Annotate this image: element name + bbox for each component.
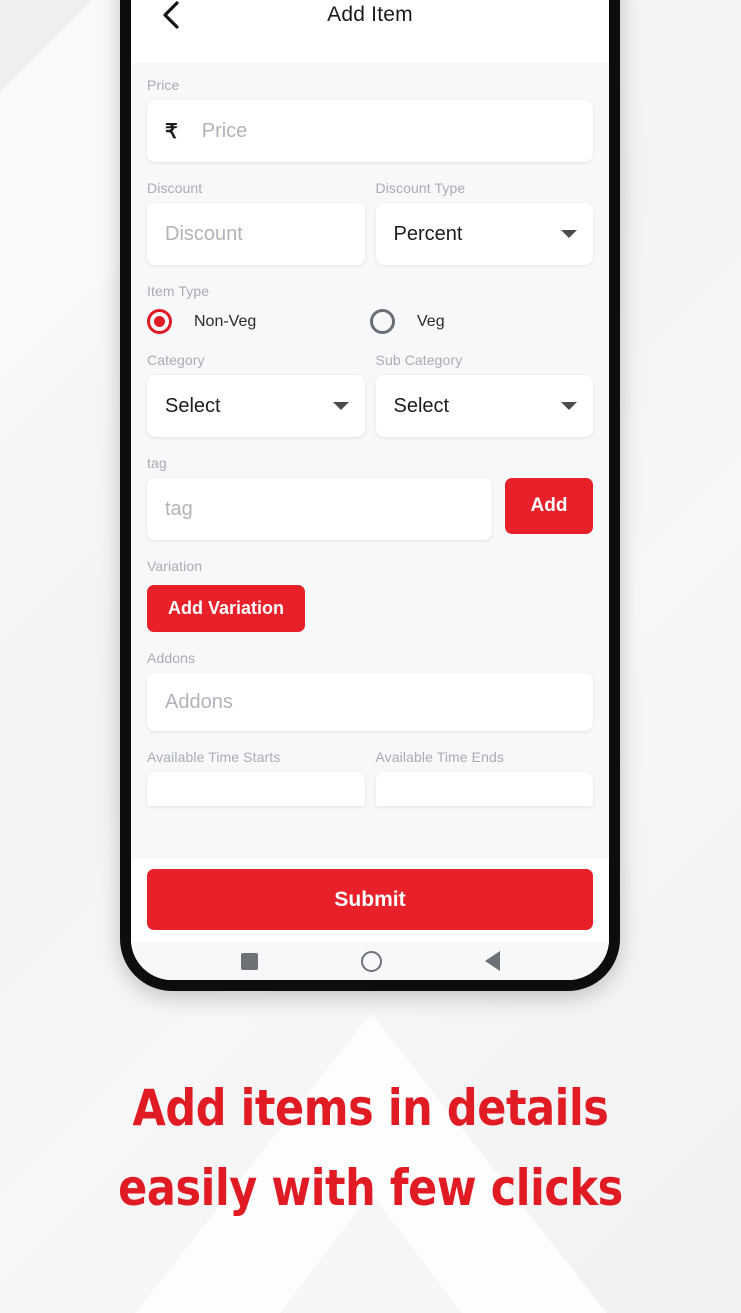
radio-option-non-veg[interactable]: Non-Veg [147,309,370,334]
variation-label: Variation [147,558,203,574]
app-bar: Add Item [131,0,609,63]
radio-unselected-icon [370,309,395,334]
add-tag-button[interactable]: Add [505,478,593,534]
discount-placeholder: Discount [165,222,243,245]
add-item-form: Price ₹ Price Discount Discount Discount… [131,63,609,859]
available-time-ends-input[interactable] [375,772,593,806]
available-time-ends-group: Available Time Ends [375,749,593,806]
discount-type-field-group: Discount Type Percent [375,180,593,265]
tag-label: tag [147,455,167,471]
promo-tagline: Add items in details easily with few cli… [52,1068,689,1228]
discount-type-value: Percent [393,222,463,245]
item-type-radio-row: Non-Veg Veg [147,309,593,334]
sub-category-select[interactable]: Select [375,375,593,437]
discount-label: Discount [147,180,203,196]
promo-tagline-line-2: easily with few clicks [118,1159,623,1217]
submit-bar: Submit [131,859,609,942]
item-type-group: Item Type Non-Veg Veg [147,283,593,334]
discount-row: Discount Discount Discount Type Percent [147,180,593,265]
discount-type-select[interactable]: Percent [375,203,593,265]
discount-input[interactable]: Discount [147,203,365,265]
category-field-group: Category Select [147,352,365,437]
available-time-starts-input[interactable] [147,772,365,806]
category-value: Select [165,394,221,417]
sub-category-label: Sub Category [375,352,463,368]
available-time-starts-label: Available Time Starts [147,749,281,765]
page-title: Add Item [327,2,413,26]
sub-category-value: Select [393,394,450,417]
chevron-down-icon [561,402,577,410]
app-screen: Add Item Price ₹ Price Discount Discount [131,0,609,980]
price-field-group: Price ₹ Price [147,77,593,162]
submit-button[interactable]: Submit [147,869,593,930]
back-button[interactable] [151,0,191,35]
radio-selected-icon [147,309,172,334]
category-select[interactable]: Select [147,375,365,437]
tag-field-group: tag tag Add [147,455,593,540]
category-label: Category [147,352,205,368]
promo-tagline-line-1: Add items in details [132,1079,609,1137]
tag-placeholder: tag [165,497,193,520]
rupee-icon: ₹ [165,120,178,143]
phone-mockup-frame: Add Item Price ₹ Price Discount Discount [120,0,620,991]
chevron-down-icon [332,402,349,410]
available-time-ends-label: Available Time Ends [375,749,504,765]
radio-label-veg: Veg [417,312,445,330]
available-time-starts-group: Available Time Starts [147,749,365,806]
discount-field-group: Discount Discount [147,180,365,265]
tag-row: tag Add [147,478,593,540]
price-placeholder: Price [201,119,248,142]
circle-icon[interactable] [360,950,382,972]
price-label: Price [147,77,180,93]
item-type-label: Item Type [147,283,210,299]
variation-group: Variation Add Variation [147,558,593,632]
android-navigation-bar [131,942,609,980]
addons-label: Addons [147,650,196,666]
addons-placeholder: Addons [165,690,233,713]
chevron-left-icon [163,0,179,29]
radio-option-veg[interactable]: Veg [370,309,593,334]
addons-field-group: Addons Addons [147,650,593,731]
price-input[interactable]: ₹ Price [147,100,593,162]
addons-input[interactable]: Addons [147,673,593,731]
tag-input[interactable]: tag [147,478,492,540]
available-time-row: Available Time Starts Available Time End… [147,749,593,806]
chevron-down-icon [561,230,577,238]
category-row: Category Select Sub Category Select [147,352,593,437]
square-icon[interactable] [240,952,258,970]
add-variation-button[interactable]: Add Variation [147,585,306,632]
sub-category-field-group: Sub Category Select [375,352,593,437]
discount-type-label: Discount Type [375,180,466,196]
radio-label-non-veg: Non-Veg [194,312,257,330]
triangle-icon[interactable] [484,951,500,971]
